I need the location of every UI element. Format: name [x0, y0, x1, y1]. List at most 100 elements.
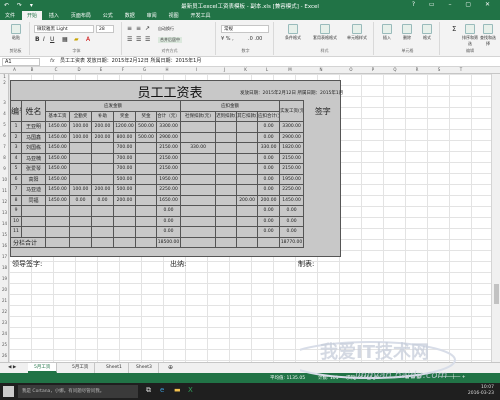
row-header[interactable]: 14: [0, 221, 9, 226]
cell-basic[interactable]: 1450.00: [45, 121, 70, 133]
cell-deduct[interactable]: 0.00: [257, 152, 281, 164]
row-header[interactable]: 2: [0, 80, 9, 85]
cell-total[interactable]: 3300.00: [155, 121, 182, 133]
align-center-icon[interactable]: ☰: [136, 36, 141, 43]
font-size-select[interactable]: 28: [96, 25, 114, 33]
cell-name[interactable]: 刘国栋: [21, 142, 46, 154]
cell-overtime[interactable]: 200.00: [113, 194, 136, 206]
tab-review[interactable]: 审阅: [142, 11, 162, 20]
cell-actual[interactable]: 1820.00: [279, 142, 305, 154]
name-box[interactable]: A1: [2, 58, 40, 66]
italic-icon[interactable]: I: [43, 36, 45, 43]
tab-page-layout[interactable]: 页面布局: [66, 11, 96, 20]
vertical-scrollbar[interactable]: [491, 74, 500, 362]
cell-late[interactable]: [215, 142, 238, 154]
cell-social[interactable]: [180, 226, 217, 238]
cell-basic[interactable]: 1450.00: [45, 131, 70, 143]
task-view-icon[interactable]: ⧉: [146, 386, 151, 395]
wrap-text-button[interactable]: 自动换行: [158, 26, 174, 32]
sheet-tab-may-salary[interactable]: 5月工资: [66, 363, 96, 373]
fx-icon[interactable]: fx: [50, 58, 55, 64]
cell-overtime[interactable]: [113, 205, 136, 217]
subtotal-total[interactable]: 18500.00: [155, 236, 182, 248]
cell-allowance[interactable]: 100.00: [69, 131, 92, 143]
subtotal-cell[interactable]: [180, 236, 217, 248]
cell-deduct[interactable]: 0.00: [257, 215, 281, 227]
cell-no[interactable]: 8: [10, 194, 22, 206]
cell-total[interactable]: 0.00: [155, 205, 182, 217]
subtotal-cell[interactable]: [236, 236, 259, 248]
row-header[interactable]: 23: [0, 320, 9, 325]
row-header[interactable]: 22: [0, 309, 9, 314]
cell-allowance[interactable]: [69, 142, 92, 154]
cell-name[interactable]: 同福: [21, 194, 46, 206]
row-header[interactable]: 3: [0, 100, 9, 105]
cell-deduct[interactable]: 0.00: [257, 205, 281, 217]
cell-allowance[interactable]: 100.00: [69, 121, 92, 133]
cell-social[interactable]: [180, 184, 217, 196]
cell-overtime[interactable]: 700.00: [113, 152, 136, 164]
row-header[interactable]: 19: [0, 276, 9, 281]
cell-bonus[interactable]: [135, 215, 157, 227]
column-header[interactable]: T: [450, 67, 472, 72]
cell-allowance[interactable]: [69, 152, 92, 164]
cell-sign[interactable]: [304, 153, 342, 164]
cell-name[interactable]: 马亚迪: [21, 184, 46, 196]
cell-bonus[interactable]: [135, 194, 157, 206]
column-header[interactable]: I: [179, 67, 214, 72]
format-cells-button[interactable]: 格式: [418, 24, 436, 41]
cell-total[interactable]: 2150.00: [155, 142, 182, 154]
cell-other[interactable]: [236, 163, 259, 175]
row-header[interactable]: 17: [0, 254, 9, 259]
tab-formulas[interactable]: 公式: [98, 11, 118, 20]
tab-data[interactable]: 数据: [120, 11, 140, 20]
cell-actual[interactable]: 2150.00: [279, 152, 305, 164]
cell-total[interactable]: 2250.00: [155, 184, 182, 196]
cell-subsidy[interactable]: [91, 163, 114, 175]
cell-bonus[interactable]: 500.00: [135, 121, 157, 133]
cell-late[interactable]: [215, 184, 238, 196]
delete-cells-button[interactable]: 删除: [398, 24, 416, 41]
cell-overtime[interactable]: 700.00: [113, 163, 136, 175]
column-header[interactable]: O: [340, 67, 362, 72]
cell-no[interactable]: 2: [10, 131, 22, 143]
cell-subsidy[interactable]: 200.00: [91, 184, 114, 196]
cell-name[interactable]: 马亚楠: [21, 152, 46, 164]
cell-late[interactable]: [215, 226, 238, 238]
cell-no[interactable]: 1: [10, 121, 22, 133]
cell-subsidy[interactable]: [91, 215, 114, 227]
column-header[interactable]: F: [112, 67, 134, 72]
cell-bonus[interactable]: [135, 163, 157, 175]
cell-name[interactable]: 马国鑫: [21, 131, 46, 143]
cell-deduct[interactable]: 0.00: [257, 131, 281, 143]
scrollbar-thumb[interactable]: [494, 284, 499, 304]
cell-deduct[interactable]: 330.00: [257, 142, 281, 154]
cell-sign[interactable]: [304, 195, 342, 206]
row-header[interactable]: 10: [0, 177, 9, 182]
cell-subsidy[interactable]: [91, 173, 114, 185]
find-select-button[interactable]: 查找和选择: [480, 24, 496, 47]
cell-subsidy[interactable]: [91, 152, 114, 164]
sheet-tab-may-salary-copy[interactable]: 5月工资: [28, 363, 58, 373]
cell-actual[interactable]: 3300.00: [279, 121, 305, 133]
column-header[interactable]: N: [302, 67, 340, 72]
column-header[interactable]: D: [68, 67, 90, 72]
cell-name[interactable]: 张爱琴: [21, 163, 46, 175]
windows-start-icon[interactable]: [3, 386, 14, 397]
cell-overtime[interactable]: 500.00: [113, 173, 136, 185]
cell-overtime[interactable]: 700.00: [113, 142, 136, 154]
cell-social[interactable]: [180, 131, 217, 143]
cell-overtime[interactable]: 500.00: [113, 184, 136, 196]
cell-no[interactable]: 6: [10, 173, 22, 185]
subtotal-sign[interactable]: [304, 237, 342, 248]
tab-file[interactable]: 文件: [0, 11, 20, 20]
underline-icon[interactable]: U: [50, 36, 54, 43]
cell-subsidy[interactable]: 0.00: [91, 194, 114, 206]
tab-insert[interactable]: 插入: [44, 11, 64, 20]
cell-late[interactable]: [215, 152, 238, 164]
cell-bonus[interactable]: [135, 184, 157, 196]
cell-no[interactable]: 4: [10, 152, 22, 164]
cell-bonus[interactable]: 500.00: [135, 131, 157, 143]
cell-social[interactable]: [180, 205, 217, 217]
tab-developer[interactable]: 开发工具: [186, 11, 216, 20]
